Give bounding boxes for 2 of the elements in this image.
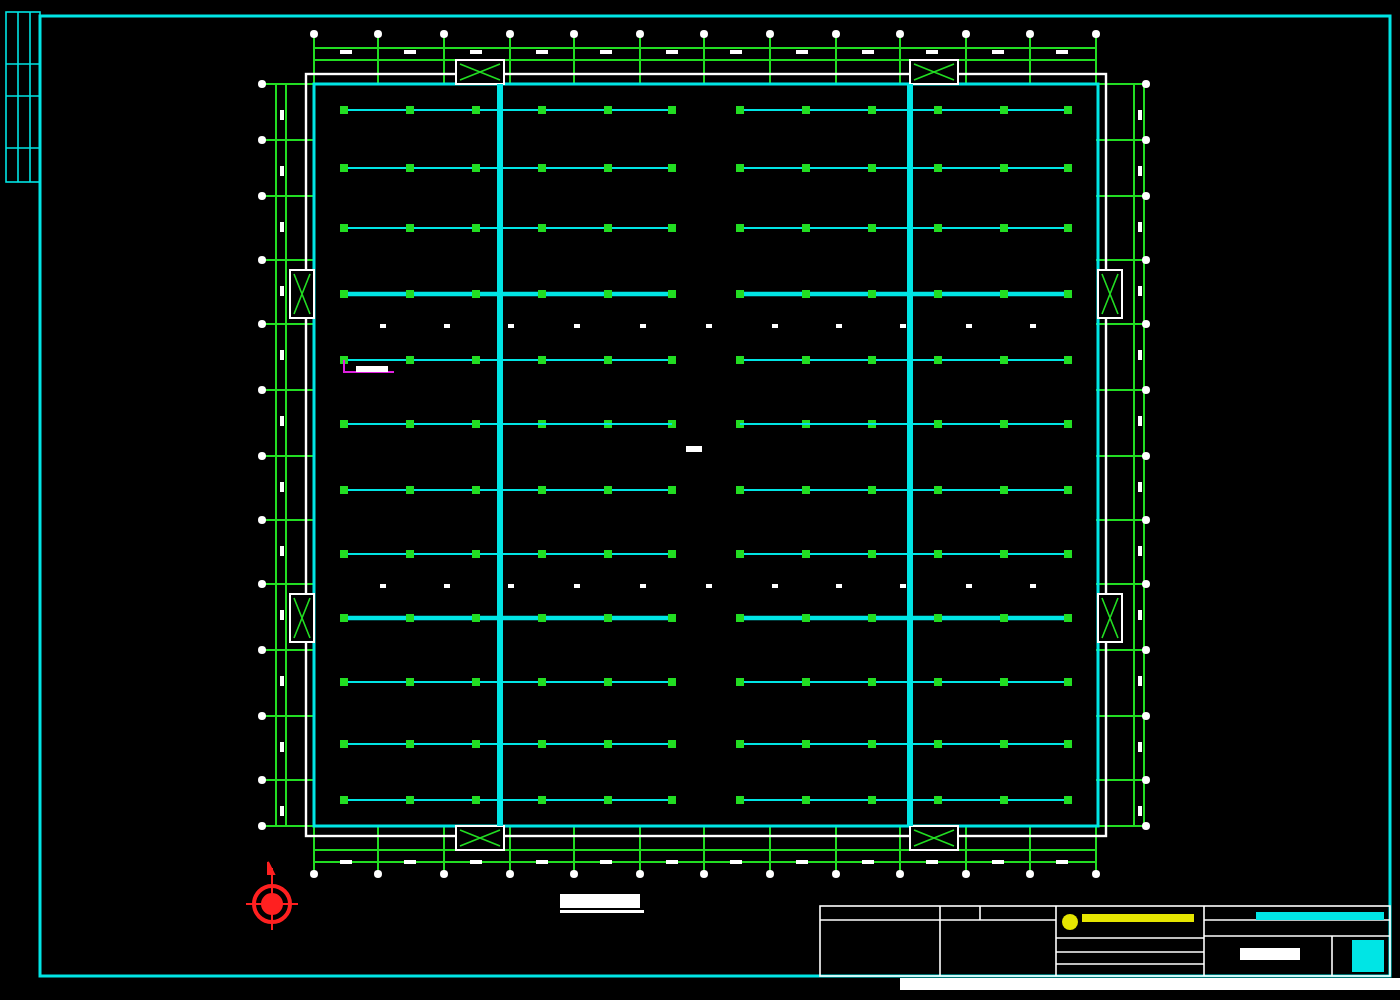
drawing-title-underline xyxy=(560,894,644,913)
compass-icon xyxy=(245,861,299,931)
